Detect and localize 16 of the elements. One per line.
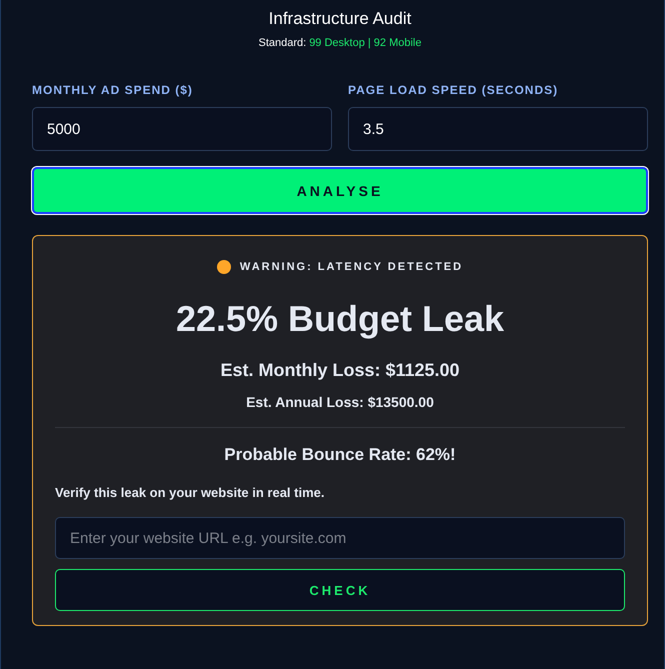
page-title: Infrastructure Audit xyxy=(268,8,412,30)
standard-label: Standard: xyxy=(258,37,306,49)
input-field[interactable]: 5000 xyxy=(32,107,332,151)
headline-text: 22.5% Budget Leak xyxy=(176,298,504,340)
standard-value: 99 Desktop | 92 Mobile xyxy=(309,37,422,49)
bounce-rate-text: Probable Bounce Rate: 62%! xyxy=(224,445,456,465)
check-button[interactable]: CHECK xyxy=(55,569,625,611)
analyse-button[interactable]: ANALYSE xyxy=(32,167,648,214)
input-field[interactable]: 3.5 xyxy=(348,107,648,151)
monthly-loss-text: Est. Monthly Loss: $1125.00 xyxy=(220,360,460,381)
annual-loss-text: Est. Annual Loss: $13500.00 xyxy=(246,394,434,410)
status-label: WARNING: LATENCY DETECTED xyxy=(240,261,464,273)
verify-text: Verify this leak on your website in real time. xyxy=(55,485,324,500)
url-input-field[interactable]: Enter your website URL e.g. yoursite.com xyxy=(55,517,625,559)
field-label: MONTHLY AD SPEND ($) xyxy=(32,83,194,99)
field-label: PAGE LOAD SPEED (SECONDS) xyxy=(348,83,560,99)
